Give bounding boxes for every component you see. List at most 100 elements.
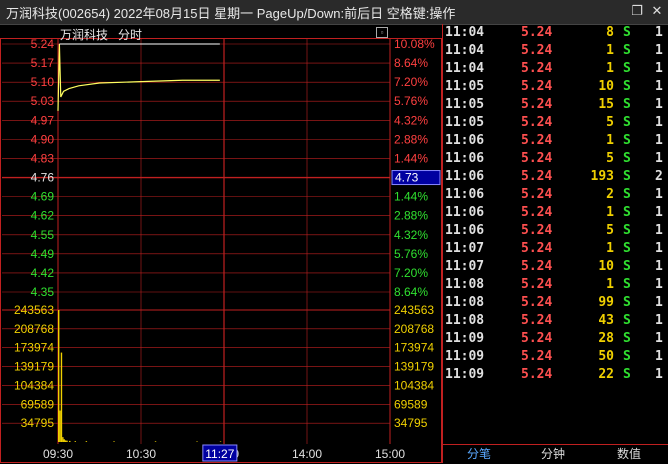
tick-count: 1: [655, 151, 663, 166]
tab-values[interactable]: 数值: [601, 445, 657, 464]
tick-price: 5.24: [521, 61, 553, 76]
tick-volume: 1: [606, 61, 614, 76]
tick-row: 11:06 5.24 2 S 1: [443, 186, 668, 204]
volume-bar: [85, 441, 88, 442]
tick-side: S: [623, 223, 631, 238]
volume-bar: [154, 441, 157, 442]
tick-time: 11:06: [445, 169, 485, 184]
volume-bar: [74, 441, 76, 442]
tick-side: S: [623, 259, 631, 274]
tick-volume: 2: [606, 187, 614, 202]
tick-row: 11:04 5.24 1 S 1: [443, 42, 668, 60]
tick-row: 11:04 5.24 1 S 1: [443, 60, 668, 78]
time-tick-label: 14:00: [292, 447, 322, 461]
tick-count: 1: [655, 133, 663, 148]
tick-price: 5.24: [521, 331, 553, 346]
pct-tick-label: 1.44%: [394, 190, 428, 204]
tick-side: S: [623, 115, 631, 130]
tick-row: 11:08 5.24 1 S 1: [443, 276, 668, 294]
pct-tick-label: 4.32%: [394, 228, 428, 242]
tick-price: 5.24: [521, 133, 553, 148]
volume-bar: [196, 441, 198, 442]
tick-price: 5.24: [521, 169, 553, 184]
tick-side: S: [623, 295, 631, 310]
tick-side: S: [623, 43, 631, 58]
volume-bar: [69, 440, 71, 442]
tick-row: 11:07 5.24 1 S 1: [443, 240, 668, 258]
volume-tick-label-right: 104384: [394, 378, 434, 392]
tick-price: 5.24: [521, 241, 553, 256]
tick-price: 5.24: [521, 25, 553, 40]
tick-time: 11:07: [445, 259, 485, 274]
pct-tick-label: 2.88%: [394, 132, 428, 146]
tab-ticks[interactable]: 分笔: [451, 445, 507, 464]
tick-side: S: [623, 169, 631, 184]
intraday-chart[interactable]: 5.24 10.08% 5.17 8.64% 5.10 7.20% 5.03 5.76% 4.9…: [0, 24, 442, 463]
tick-row: 11:04 5.24 8 S 1: [443, 24, 668, 42]
time-tick-label: 15:00: [375, 447, 405, 461]
volume-tick-label: 104384: [14, 378, 54, 392]
volume-bar: [113, 441, 115, 442]
tick-volume: 1: [606, 133, 614, 148]
tick-count: 1: [655, 43, 663, 58]
volume-tick-label: 69589: [21, 397, 55, 411]
window-title: 万润科技(002654) 2022年08月15日 星期一 PageUp/Down…: [6, 6, 456, 21]
pct-tick-label: 5.76%: [394, 247, 428, 261]
time-tick-label: 09:30: [43, 447, 73, 461]
tick-time: 11:06: [445, 151, 485, 166]
tick-count: 1: [655, 295, 663, 310]
tick-volume: 1: [606, 241, 614, 256]
tick-time: 11:09: [445, 367, 485, 382]
price-tick-label: 4.90: [31, 132, 55, 146]
tick-side: S: [623, 349, 631, 364]
tick-time: 11:08: [445, 277, 485, 292]
tick-side: S: [623, 97, 631, 112]
tick-count: 1: [655, 97, 663, 112]
volume-tick-label: 34795: [21, 416, 55, 430]
intraday-chart-panel[interactable]: 5.24 10.08% 5.17 8.64% 5.10 7.20% 5.03 5.76% 4.9…: [0, 24, 442, 463]
tick-row: 11:06 5.24 5 S 1: [443, 222, 668, 240]
chart-frame: [0, 38, 442, 463]
close-icon[interactable]: ✕: [650, 4, 664, 18]
tick-count: 1: [655, 79, 663, 94]
cursor-price-label: 4.73: [395, 171, 419, 185]
tick-volume: 28: [598, 331, 614, 346]
restore-icon[interactable]: ❐: [630, 4, 644, 18]
tick-row: 11:06 5.24 5 S 1: [443, 150, 668, 168]
tick-price: 5.24: [521, 79, 553, 94]
tick-row: 11:06 5.24 193 S 2: [443, 168, 668, 186]
tick-tabs: 分笔 分钟 数值: [443, 444, 668, 464]
tick-time: 11:04: [445, 43, 485, 58]
chart-type-label: 分时: [118, 28, 143, 42]
tick-side: S: [623, 79, 631, 94]
tick-volume: 43: [598, 313, 614, 328]
price-tick-label: 4.49: [31, 247, 55, 261]
price-tick-label: 5.24: [31, 37, 55, 51]
volume-bar: [66, 440, 68, 442]
tick-volume: 8: [606, 25, 614, 40]
tick-time: 11:04: [445, 61, 485, 76]
price-tick-label: 5.03: [31, 94, 55, 108]
tick-price: 5.24: [521, 205, 553, 220]
tick-volume: 10: [598, 79, 614, 94]
volume-bar: [219, 441, 222, 442]
tick-side: S: [623, 133, 631, 148]
tick-count: 1: [655, 187, 663, 202]
volume-tick-label-right: 243563: [394, 303, 434, 317]
tick-list[interactable]: 11:04 5.24 8 S 1 11:04 5.24 1 S 1 11:04 5.24 1 S 1 11:0…: [443, 24, 668, 444]
tick-price: 5.24: [521, 187, 553, 202]
tab-minutes[interactable]: 分钟: [525, 445, 581, 464]
tick-count: 1: [655, 223, 663, 238]
maximize-chart-icon[interactable]: ▫: [376, 27, 388, 38]
tick-count: 1: [655, 25, 663, 40]
tick-time: 11:04: [445, 25, 485, 40]
tick-time: 11:05: [445, 79, 485, 94]
tick-volume: 15: [598, 97, 614, 112]
tick-side: S: [623, 313, 631, 328]
tick-count: 1: [655, 115, 663, 130]
price-tick-label: 4.42: [31, 266, 55, 280]
pct-tick-label: 8.64%: [394, 285, 428, 299]
tick-price: 5.24: [521, 313, 553, 328]
tick-row: 11:07 5.24 10 S 1: [443, 258, 668, 276]
tick-price: 5.24: [521, 367, 553, 382]
